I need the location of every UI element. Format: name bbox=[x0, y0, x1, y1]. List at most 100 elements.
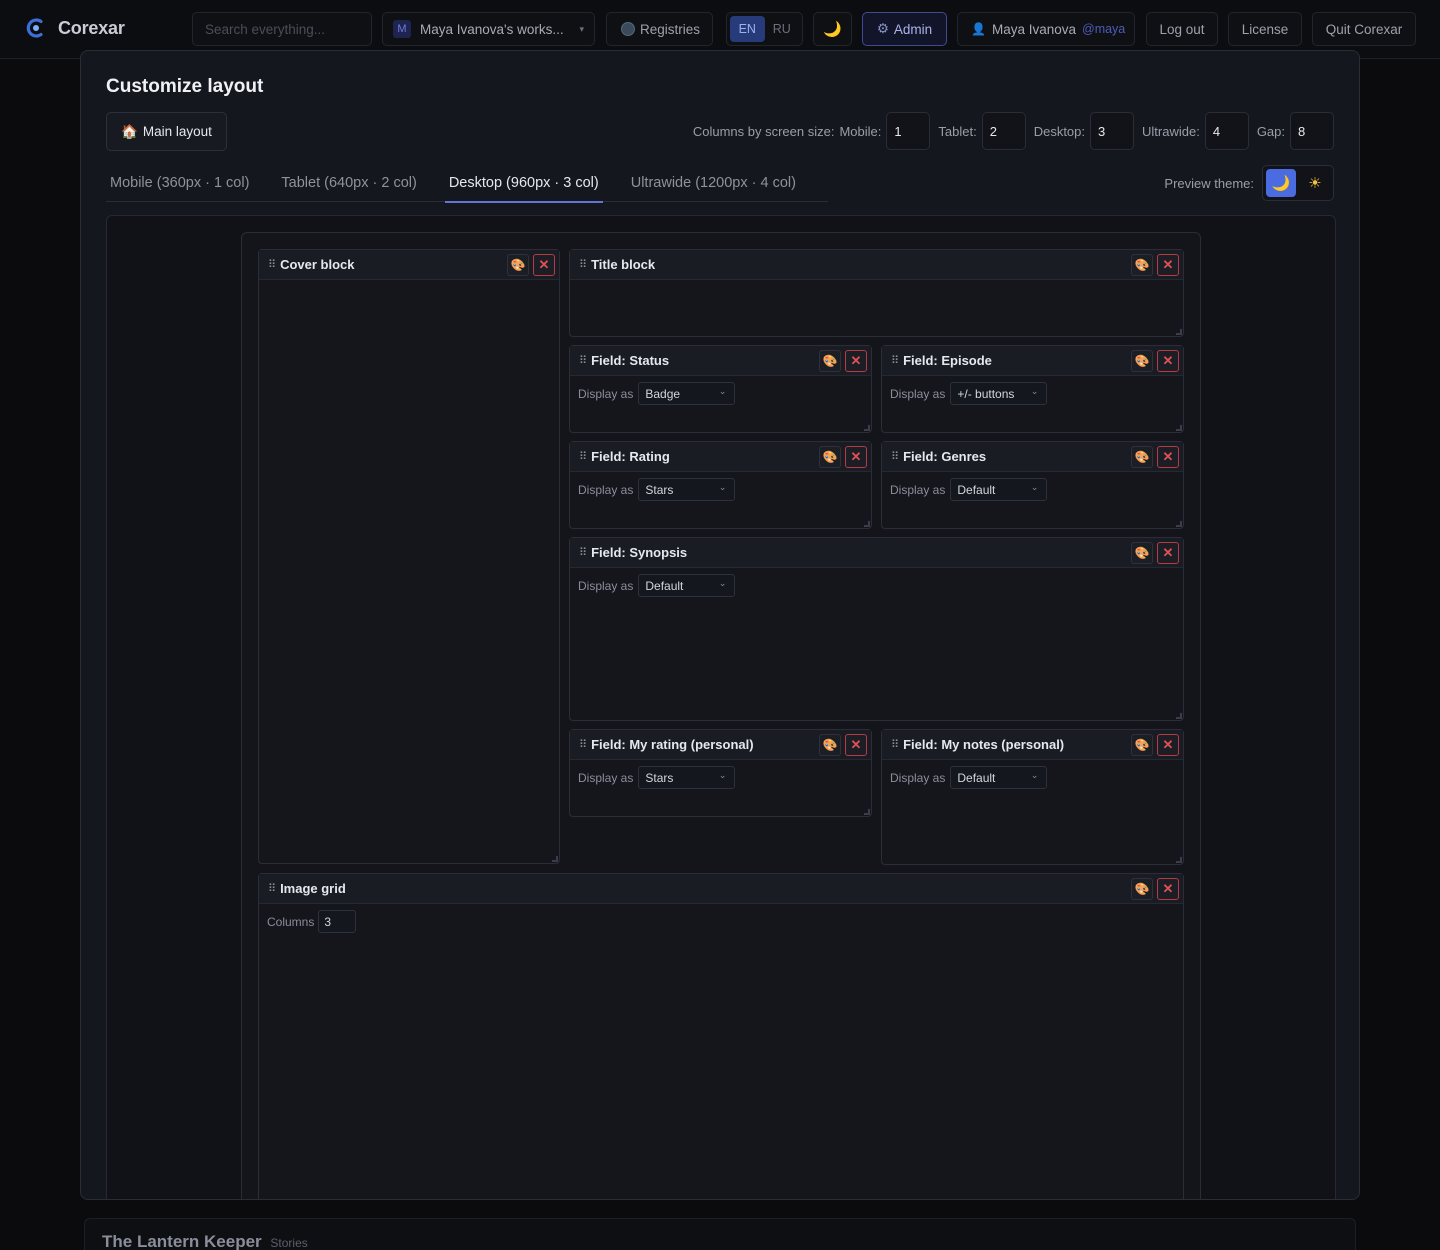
theme-toggle-button[interactable]: 🌙 bbox=[813, 12, 852, 46]
resize-handle[interactable] bbox=[864, 809, 870, 815]
global-search-input[interactable]: Search everything... bbox=[192, 12, 372, 46]
preview-dark-button[interactable]: 🌙 bbox=[1266, 169, 1296, 197]
field-rating-block[interactable]: ⠿ Field: Rating 🎨 ✕ Display as Stars ⌄ bbox=[569, 441, 872, 529]
image-grid-block[interactable]: ⠿ Image grid 🎨 ✕ Columns 3 bbox=[258, 873, 1184, 1199]
app-name: Corexar bbox=[58, 17, 125, 38]
drag-handle-icon[interactable]: ⠿ bbox=[268, 258, 276, 271]
drag-handle-icon[interactable]: ⠿ bbox=[891, 738, 899, 751]
field-genres-block[interactable]: ⠿ Field: Genres 🎨 ✕ Display as Default ⌄ bbox=[881, 441, 1184, 529]
drag-handle-icon[interactable]: ⠿ bbox=[891, 354, 899, 367]
workspace-avatar: M bbox=[393, 20, 411, 38]
user-menu[interactable]: 👤 Maya Ivanova @maya bbox=[957, 12, 1135, 46]
display-as-label: Display as bbox=[578, 770, 634, 785]
field-my-notes-block[interactable]: ⠿ Field: My notes (personal) 🎨 ✕ Display… bbox=[881, 729, 1184, 865]
brand[interactable]: Corexar bbox=[24, 16, 125, 40]
tablet-cols-label: Tablet: bbox=[938, 123, 977, 139]
close-icon[interactable]: ✕ bbox=[1157, 446, 1179, 468]
resize-handle[interactable] bbox=[1176, 521, 1182, 527]
display-as-select[interactable]: Stars ⌄ bbox=[638, 478, 736, 501]
palette-icon[interactable]: 🎨 bbox=[1131, 878, 1153, 900]
block-title: Field: My rating (personal) bbox=[591, 737, 754, 752]
cover-block[interactable]: ⠿ Cover block 🎨 ✕ bbox=[258, 249, 560, 864]
registries-button[interactable]: Registries bbox=[606, 12, 713, 46]
background-card-subtitle: Stories bbox=[270, 1236, 308, 1250]
drag-handle-icon[interactable]: ⠿ bbox=[579, 738, 587, 751]
tab-tablet[interactable]: Tablet (640px · 2 col) bbox=[277, 163, 420, 202]
corexar-logo-icon bbox=[26, 18, 43, 38]
house-icon: 🏠 bbox=[121, 123, 138, 139]
resize-handle[interactable] bbox=[864, 425, 870, 431]
drag-handle-icon[interactable]: ⠿ bbox=[891, 450, 899, 463]
lang-en-button[interactable]: EN bbox=[730, 16, 765, 42]
tab-ultrawide[interactable]: Ultrawide (1200px · 4 col) bbox=[627, 163, 800, 202]
lang-ru-button[interactable]: RU bbox=[765, 16, 800, 42]
resize-handle[interactable] bbox=[1176, 857, 1182, 863]
tablet-cols-input[interactable]: 2 bbox=[981, 112, 1026, 150]
palette-icon[interactable]: 🎨 bbox=[507, 254, 529, 276]
palette-icon[interactable]: 🎨 bbox=[1131, 350, 1153, 372]
close-icon[interactable]: ✕ bbox=[533, 254, 555, 276]
mobile-cols-label: Mobile: bbox=[839, 123, 882, 139]
field-synopsis-block[interactable]: ⠿ Field: Synopsis 🎨 ✕ Display as Default… bbox=[569, 537, 1184, 721]
close-icon[interactable]: ✕ bbox=[845, 734, 867, 756]
columns-label: Columns by screen size: bbox=[692, 123, 835, 139]
columns-label: Columns bbox=[267, 914, 315, 929]
drag-handle-icon[interactable]: ⠿ bbox=[579, 258, 587, 271]
palette-icon[interactable]: 🎨 bbox=[1131, 734, 1153, 756]
tab-mobile[interactable]: Mobile (360px · 1 col) bbox=[106, 163, 253, 202]
resize-handle[interactable] bbox=[864, 521, 870, 527]
ultrawide-cols-input[interactable]: 4 bbox=[1204, 112, 1249, 150]
drag-handle-icon[interactable]: ⠿ bbox=[579, 450, 587, 463]
palette-icon[interactable]: 🎨 bbox=[1131, 446, 1153, 468]
chevron-down-icon: ⌄ bbox=[1030, 386, 1039, 396]
close-icon[interactable]: ✕ bbox=[1157, 734, 1179, 756]
mobile-cols-input[interactable]: 1 bbox=[886, 112, 931, 150]
resize-handle[interactable] bbox=[1176, 425, 1182, 431]
gear-icon: ⚙ bbox=[876, 21, 889, 36]
field-status-block[interactable]: ⠿ Field: Status 🎨 ✕ Display as Badge ⌄ bbox=[569, 345, 872, 433]
gap-input[interactable]: 8 bbox=[1290, 112, 1334, 150]
quit-button[interactable]: Quit Corexar bbox=[1312, 12, 1416, 46]
preview-light-button[interactable]: ☀ bbox=[1300, 169, 1330, 197]
display-as-select[interactable]: Default ⌄ bbox=[638, 574, 736, 597]
close-icon[interactable]: ✕ bbox=[1157, 254, 1179, 276]
drag-handle-icon[interactable]: ⠿ bbox=[579, 546, 587, 559]
display-as-label: Display as bbox=[578, 578, 634, 593]
desktop-cols-input[interactable]: 3 bbox=[1090, 112, 1135, 150]
display-as-select[interactable]: Default ⌄ bbox=[950, 478, 1048, 501]
chevron-down-icon: ⌄ bbox=[718, 578, 727, 588]
admin-label: Admin bbox=[893, 21, 933, 37]
display-as-select[interactable]: Stars ⌄ bbox=[638, 766, 736, 789]
field-episode-block[interactable]: ⠿ Field: Episode 🎨 ✕ Display as +/- butt… bbox=[881, 345, 1184, 433]
palette-icon[interactable]: 🎨 bbox=[819, 350, 841, 372]
close-icon[interactable]: ✕ bbox=[845, 446, 867, 468]
admin-button[interactable]: ⚙ Admin bbox=[862, 12, 947, 46]
drag-handle-icon[interactable]: ⠿ bbox=[268, 882, 276, 895]
layout-canvas: ⠿ Cover block 🎨 ✕ ⠿ Title block 🎨 ✕ ⠿ Fi… bbox=[106, 215, 1336, 1199]
display-as-select[interactable]: Badge ⌄ bbox=[638, 382, 736, 405]
drag-handle-icon[interactable]: ⠿ bbox=[579, 354, 587, 367]
workspace-selector[interactable]: M Maya Ivanova's works... ▾ bbox=[382, 12, 595, 46]
title-block[interactable]: ⠿ Title block 🎨 ✕ bbox=[569, 249, 1184, 337]
palette-icon[interactable]: 🎨 bbox=[1131, 254, 1153, 276]
license-button[interactable]: License bbox=[1228, 12, 1302, 46]
resize-handle[interactable] bbox=[552, 856, 558, 862]
breakpoint-tabs: Mobile (360px · 1 col) Tablet (640px · 2… bbox=[106, 163, 828, 203]
image-grid-columns-input[interactable]: 3 bbox=[318, 910, 357, 933]
display-as-select[interactable]: Default ⌄ bbox=[950, 766, 1048, 789]
main-layout-button[interactable]: 🏠 Main layout bbox=[106, 112, 227, 151]
palette-icon[interactable]: 🎨 bbox=[819, 446, 841, 468]
display-as-select[interactable]: +/- buttons ⌄ bbox=[950, 382, 1048, 405]
close-icon[interactable]: ✕ bbox=[1157, 542, 1179, 564]
close-icon[interactable]: ✕ bbox=[845, 350, 867, 372]
palette-icon[interactable]: 🎨 bbox=[819, 734, 841, 756]
field-my-rating-block[interactable]: ⠿ Field: My rating (personal) 🎨 ✕ Displa… bbox=[569, 729, 872, 817]
logout-button[interactable]: Log out bbox=[1146, 12, 1218, 46]
palette-icon[interactable]: 🎨 bbox=[1131, 542, 1153, 564]
close-icon[interactable]: ✕ bbox=[1157, 878, 1179, 900]
main-layout-label: Main layout bbox=[142, 124, 212, 139]
tab-desktop[interactable]: Desktop (960px · 3 col) bbox=[444, 163, 603, 203]
resize-handle[interactable] bbox=[1176, 713, 1182, 719]
resize-handle[interactable] bbox=[1176, 329, 1182, 335]
close-icon[interactable]: ✕ bbox=[1157, 350, 1179, 372]
